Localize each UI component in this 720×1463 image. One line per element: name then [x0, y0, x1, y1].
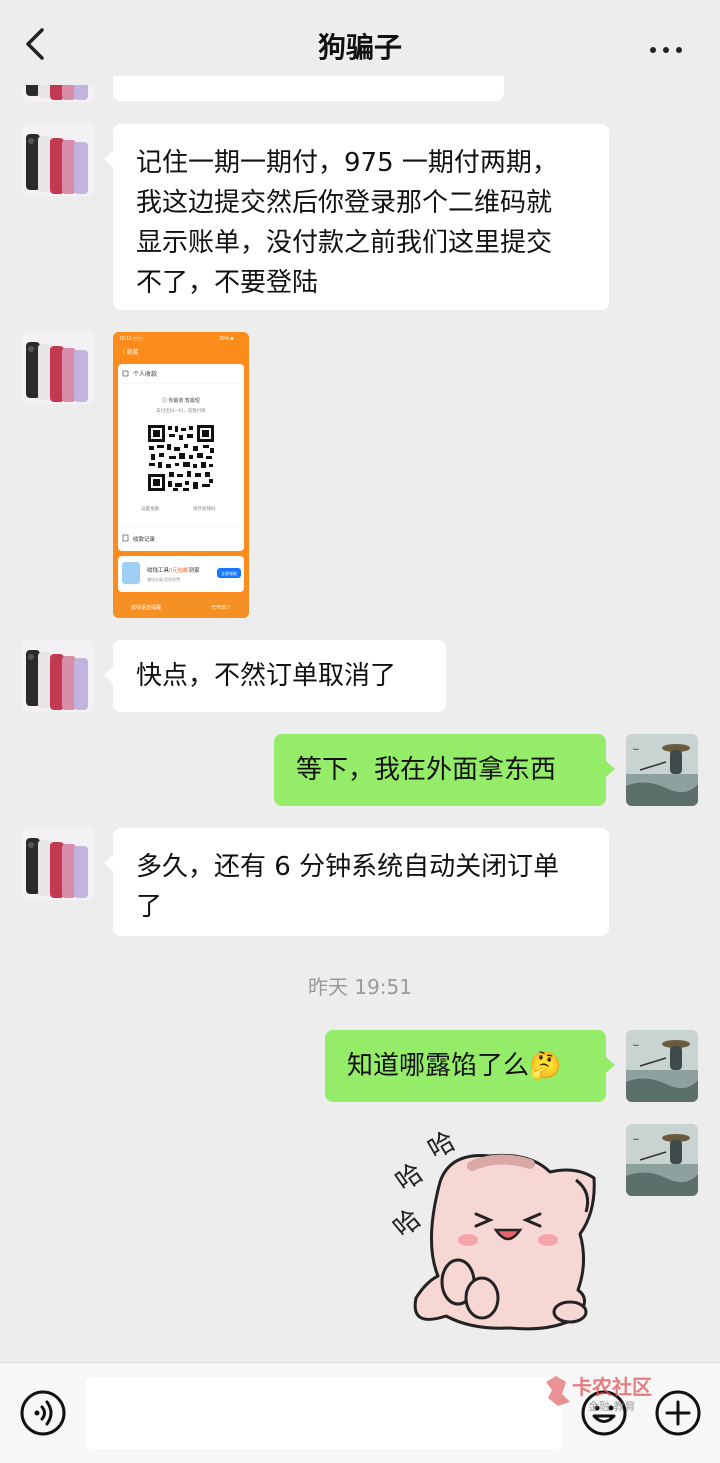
account-line: ◎ 你最收 暂最短 [162, 397, 200, 404]
sticker-text: 哈 [390, 1158, 429, 1197]
more-dot [676, 47, 682, 53]
avatar-self[interactable]: ~ [626, 1124, 698, 1196]
message-line: 我这边提交然后你登录那个二维码就 [136, 188, 553, 218]
message-line: 记住一期一期付，975 一期付两期， [136, 148, 558, 178]
status-right: 30% ■ [219, 336, 233, 342]
svg-text:~: ~ [632, 745, 640, 755]
message-input[interactable] [86, 1377, 562, 1449]
svg-text:~: ~ [632, 1041, 640, 1051]
watermark-logo: 卡农社区 金融 教育 [540, 1372, 670, 1416]
message-line: 显示账单，没付款之前我们这里提交 [136, 228, 553, 258]
message-line: 快点，不然订单取消了 [136, 661, 397, 691]
promo-b: 0元包邮 [169, 566, 189, 574]
bottom-left: 收钱语音提醒 [131, 604, 161, 611]
records: 收款记录 [133, 535, 156, 543]
watermark-icon [546, 1376, 570, 1406]
message-line: 不了，不要登陆 [136, 268, 319, 298]
more-dot [663, 47, 669, 53]
avatar-contact[interactable] [22, 640, 94, 712]
voice-icon [20, 1390, 66, 1436]
svg-text:~: ~ [632, 1135, 640, 1145]
scan-hint: 支付宝扫一扫，向我付款 [156, 407, 206, 414]
voice-button[interactable] [19, 1389, 67, 1437]
watermark-text: 卡农社区 [572, 1375, 652, 1399]
qr-code [147, 424, 215, 492]
svg-text:收钱工具0元包邮到家: 收钱工具0元包邮到家 [147, 566, 200, 574]
watermark-sub: 金融 教育 [588, 1399, 636, 1413]
nav-back: 〈 收款 [119, 348, 139, 356]
payment-qr-screenshot[interactable]: 19:16 ⓤⓝ 30% ■ 〈 收款 个人收款 ◎ 你最收 暂最短 支付宝扫一… [113, 332, 249, 618]
message-bubble[interactable]: 快点，不然订单取消了 [104, 640, 446, 712]
more-dots-icon [650, 47, 656, 53]
message-bubble[interactable]: 知道哪露馅了么🤔 [325, 1030, 615, 1102]
message-line: 等下，我在外面拿东西 [296, 755, 557, 785]
message-bubble[interactable]: 等下，我在外面拿东西 [274, 734, 615, 806]
card-title: 个人收款 [133, 370, 157, 378]
save-code: 保存收钱码 [193, 505, 216, 512]
sticker-text: 哈 [388, 1204, 427, 1244]
avatar-contact[interactable] [22, 124, 94, 196]
laughing-cat-sticker[interactable]: 哈 哈 哈 [380, 1122, 610, 1342]
message-line: 知道哪露馅了么🤔 [347, 1051, 562, 1081]
message-line: 多久，还有 6 分钟系统自动关闭订单 [136, 852, 560, 882]
avatar-self[interactable]: ~ [626, 1030, 698, 1102]
title-bar: 狗骗子 [0, 0, 720, 88]
avatar-contact[interactable] [22, 332, 94, 404]
promo-sub: 赚钱必备 提现免费 [147, 576, 180, 582]
message-bubble[interactable]: 多久，还有 6 分钟系统自动关闭订单 了 [104, 828, 609, 936]
chat-title: 狗骗子 [317, 31, 402, 64]
bottom-right: 已开启 〉 [211, 604, 232, 611]
more-button[interactable] [650, 38, 690, 53]
message-line: 了 [136, 892, 163, 922]
promo-a: 收钱工具 [147, 566, 170, 574]
partial-bubble [113, 76, 504, 101]
status-time: 19:16 ⓤⓝ [119, 335, 143, 342]
promo-btn: 立即领取 [221, 570, 237, 576]
set-amount: 设置金额 [141, 505, 159, 512]
message-timestamp: 昨天 19:51 [308, 975, 412, 999]
promo-c: 到家 [189, 566, 201, 574]
sticker-text: 哈 [423, 1126, 461, 1165]
avatar-contact[interactable] [22, 828, 94, 900]
message-bubble[interactable]: 记住一期一期付，975 一期付两期， 我这边提交然后你登录那个二维码就 显示账单… [104, 124, 609, 310]
avatar-self[interactable]: ~ [626, 734, 698, 806]
